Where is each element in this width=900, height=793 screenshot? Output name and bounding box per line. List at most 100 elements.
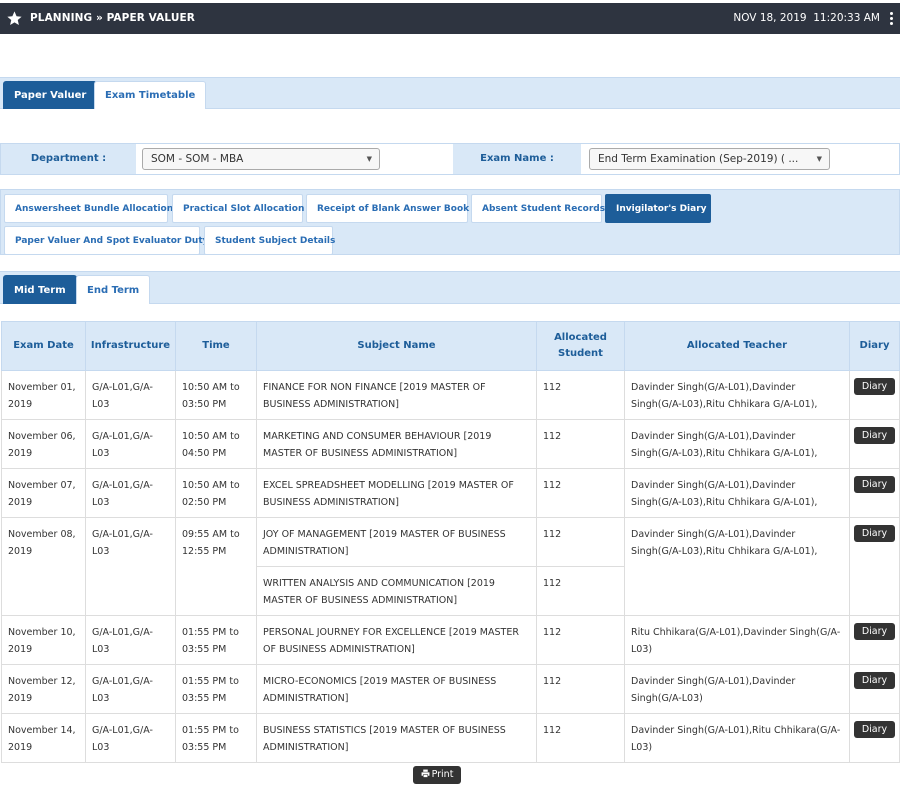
exam-name-label: Exam Name : (453, 144, 581, 174)
time-cell: 10:50 AM to 03:50 PM (175, 370, 257, 420)
subject-cell: JOY OF MANAGEMENT [2019 MASTER OF BUSINE… (256, 517, 537, 567)
allocated-teacher-cell: Davinder Singh(G/A-L01),Davinder Singh(G… (624, 517, 850, 616)
diary-button[interactable]: Diary (853, 378, 896, 395)
tab-absent-student-records[interactable]: Absent Student Records (471, 194, 605, 223)
allocated-student-cell: 112 (536, 566, 625, 616)
diary-button[interactable]: Diary (853, 476, 896, 493)
subject-cell: FINANCE FOR NON FINANCE [2019 MASTER OF … (256, 370, 537, 420)
tab-practical-slot-allocation[interactable]: Practical Slot Allocation (172, 194, 304, 223)
tab-receipt-of-blank-answer-book[interactable]: Receipt of Blank Answer Book (306, 194, 469, 223)
diary-button[interactable]: Diary (853, 672, 896, 689)
diary-cell: Diary (849, 468, 900, 518)
infrastructure-cell: G/A-L01,G/A-L03 (85, 370, 176, 420)
table-row: November 12, 2019 G/A-L01,G/A-L03 01:55 … (1, 664, 900, 714)
tab-exam-timetable[interactable]: Exam Timetable (94, 81, 207, 109)
tab-invigilators-diary[interactable]: Invigilator's Diary (605, 194, 711, 223)
exam-date-cell: November 08, 2019 (1, 517, 86, 616)
diary-button[interactable]: Diary (853, 721, 896, 738)
diary-cell: Diary (849, 419, 900, 469)
table-row: November 07, 2019 G/A-L01,G/A-L03 10:50 … (1, 468, 900, 518)
kebab-menu-icon[interactable] (890, 12, 894, 26)
time-cell: 10:50 AM to 02:50 PM (175, 468, 257, 518)
header-diary: Diary (849, 321, 900, 371)
header-infrastructure: Infrastructure (85, 321, 176, 371)
infrastructure-cell: G/A-L01,G/A-L03 (85, 517, 176, 616)
tab-paper-valuer[interactable]: Paper Valuer (3, 81, 98, 109)
breadcrumb: PLANNING » PAPER VALUER (30, 12, 195, 24)
allocated-teacher-cell: Davinder Singh(G/A-L01),Davinder Singh(G… (624, 468, 850, 518)
exam-name-select[interactable]: End Term Examination (Sep-2019) ( ... ▼ (589, 148, 830, 170)
header-time: Time (175, 321, 257, 371)
diary-cell: Diary (849, 664, 900, 714)
diary-button[interactable]: Diary (853, 525, 896, 542)
tab-student-subject-details[interactable]: Student Subject Details (204, 226, 335, 255)
exam-date-cell: November 01, 2019 (1, 370, 86, 420)
table-row: November 10, 2019 G/A-L01,G/A-L03 01:55 … (1, 615, 900, 665)
allocated-student-cell: 112 (536, 664, 625, 714)
table-row: November 06, 2019 G/A-L01,G/A-L03 10:50 … (1, 419, 900, 469)
allocated-teacher-cell: Davinder Singh(G/A-L01),Davinder Singh(G… (624, 370, 850, 420)
diary-cell: Diary (849, 615, 900, 665)
diary-button[interactable]: Diary (853, 427, 896, 444)
department-select[interactable]: SOM - SOM - MBA ▼ (142, 148, 380, 170)
exam-name-value: End Term Examination (Sep-2019) ( ... (598, 153, 799, 165)
table-row: November 14, 2019 G/A-L01,G/A-L03 01:55 … (1, 713, 900, 763)
filter-bar: Department : SOM - SOM - MBA ▼ Exam Name… (0, 143, 900, 175)
exam-date-cell: November 14, 2019 (1, 713, 86, 763)
time-cell: 01:55 PM to 03:55 PM (175, 713, 257, 763)
tab-end-term[interactable]: End Term (76, 275, 151, 304)
sub-tab-panel: Answersheet Bundle Allocation Practical … (0, 189, 900, 255)
exam-date-cell: November 10, 2019 (1, 615, 86, 665)
allocated-student-cell: 112 (536, 517, 625, 567)
time-cell: 01:55 PM to 03:55 PM (175, 615, 257, 665)
allocated-teacher-cell: Davinder Singh(G/A-L01),Davinder Singh(G… (624, 664, 850, 714)
department-value: SOM - SOM - MBA (151, 153, 244, 165)
tab-mid-term[interactable]: Mid Term (3, 275, 77, 304)
allocated-student-cell: 112 (536, 419, 625, 469)
subject-cell: MICRO-ECONOMICS [2019 MASTER OF BUSINESS… (256, 664, 537, 714)
time-cell: 01:55 PM to 03:55 PM (175, 664, 257, 714)
subject-cell: EXCEL SPREADSHEET MODELLING [2019 MASTER… (256, 468, 537, 518)
allocated-student-cell: 112 (536, 713, 625, 763)
infrastructure-cell: G/A-L01,G/A-L03 (85, 419, 176, 469)
printer-icon (421, 769, 429, 778)
diary-cell: Diary (849, 517, 900, 616)
chevron-down-icon: ▼ (816, 155, 822, 163)
table-row: November 08, 2019 G/A-L01,G/A-L03 09:55 … (1, 517, 900, 616)
time-cell: 10:50 AM to 04:50 PM (175, 419, 257, 469)
allocated-student-cell: 112 (536, 370, 625, 420)
infrastructure-cell: G/A-L01,G/A-L03 (85, 468, 176, 518)
allocated-teacher-cell: Ritu Chhikara(G/A-L01),Davinder Singh(G/… (624, 615, 850, 665)
diary-button[interactable]: Diary (853, 623, 896, 640)
diary-cell: Diary (849, 713, 900, 763)
infrastructure-cell: G/A-L01,G/A-L03 (85, 615, 176, 665)
allocated-student-cell: 112 (536, 468, 625, 518)
date-time: NOV 18, 2019 11:20:33 AM (733, 12, 880, 24)
allocated-teacher-cell: Davinder Singh(G/A-L01),Ritu Chhikara(G/… (624, 713, 850, 763)
tab-answersheet-bundle-allocation[interactable]: Answersheet Bundle Allocation (4, 194, 173, 223)
table-row: November 01, 2019 G/A-L01,G/A-L03 10:50 … (1, 370, 900, 420)
exam-date-cell: November 06, 2019 (1, 419, 86, 469)
infrastructure-cell: G/A-L01,G/A-L03 (85, 664, 176, 714)
subject-cell: MARKETING AND CONSUMER BEHAVIOUR [2019 M… (256, 419, 537, 469)
star-icon[interactable] (6, 10, 23, 27)
tab-paper-valuer-spot-evaluator-duty[interactable]: Paper Valuer And Spot Evaluator Duty (4, 226, 209, 255)
diary-cell: Diary (849, 370, 900, 420)
subject-cell: BUSINESS STATISTICS [2019 MASTER OF BUSI… (256, 713, 537, 763)
subject-cell: PERSONAL JOURNEY FOR EXCELLENCE [2019 MA… (256, 615, 537, 665)
time-cell: 09:55 AM to 12:55 PM (175, 517, 257, 616)
exam-date-cell: November 07, 2019 (1, 468, 86, 518)
subject-cell: WRITTEN ANALYSIS AND COMMUNICATION [2019… (256, 566, 537, 616)
header-allocated-student: Allocated Student (536, 321, 625, 371)
allocated-student-cell: 112 (536, 615, 625, 665)
infrastructure-cell: G/A-L01,G/A-L03 (85, 713, 176, 763)
header-allocated-teacher: Allocated Teacher (624, 321, 850, 371)
header-exam-date: Exam Date (1, 321, 86, 371)
top-bar: PLANNING » PAPER VALUER NOV 18, 2019 11:… (0, 3, 900, 34)
exam-date-cell: November 12, 2019 (1, 664, 86, 714)
table-header-row: Exam Date Infrastructure Time Subject Na… (1, 321, 900, 371)
chevron-down-icon: ▼ (366, 155, 372, 163)
allocated-teacher-cell: Davinder Singh(G/A-L01),Davinder Singh(G… (624, 419, 850, 469)
print-button[interactable]: Print (413, 766, 461, 784)
department-label: Department : (1, 144, 136, 174)
